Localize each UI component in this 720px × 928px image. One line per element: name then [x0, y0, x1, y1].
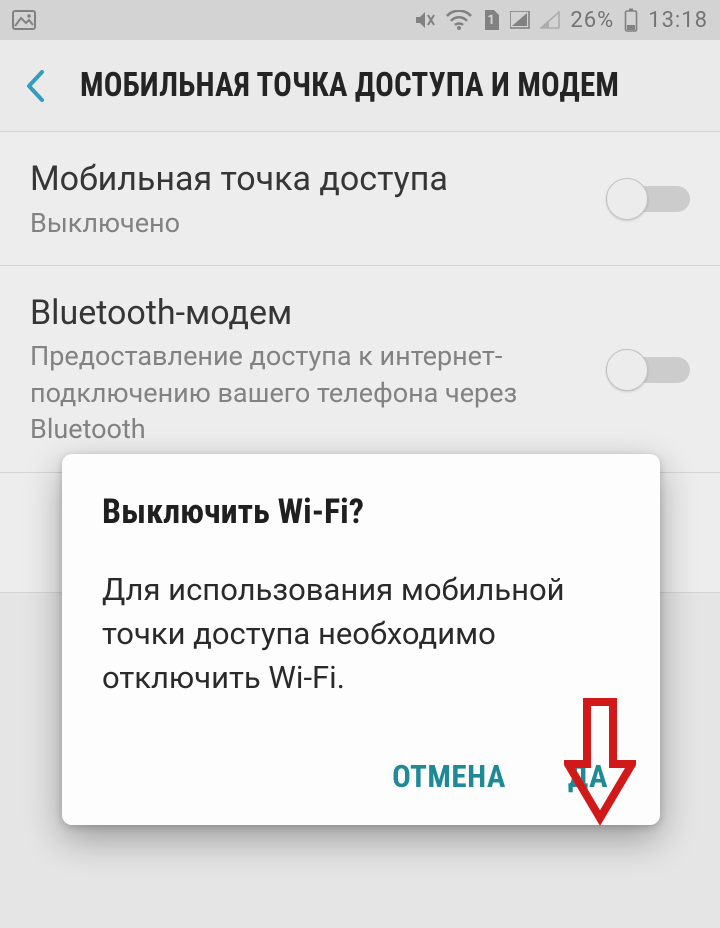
dialog-disable-wifi: Выключить Wi-Fi? Для использования мобил… — [62, 454, 660, 825]
confirm-button[interactable]: ДА — [568, 758, 608, 795]
dialog-actions: ОТМЕНА ДА — [102, 758, 620, 805]
cancel-button[interactable]: ОТМЕНА — [392, 758, 506, 795]
dialog-title: Выключить Wi-Fi? — [102, 492, 620, 532]
dialog-body: Для использования мобильной точки доступ… — [102, 568, 620, 700]
